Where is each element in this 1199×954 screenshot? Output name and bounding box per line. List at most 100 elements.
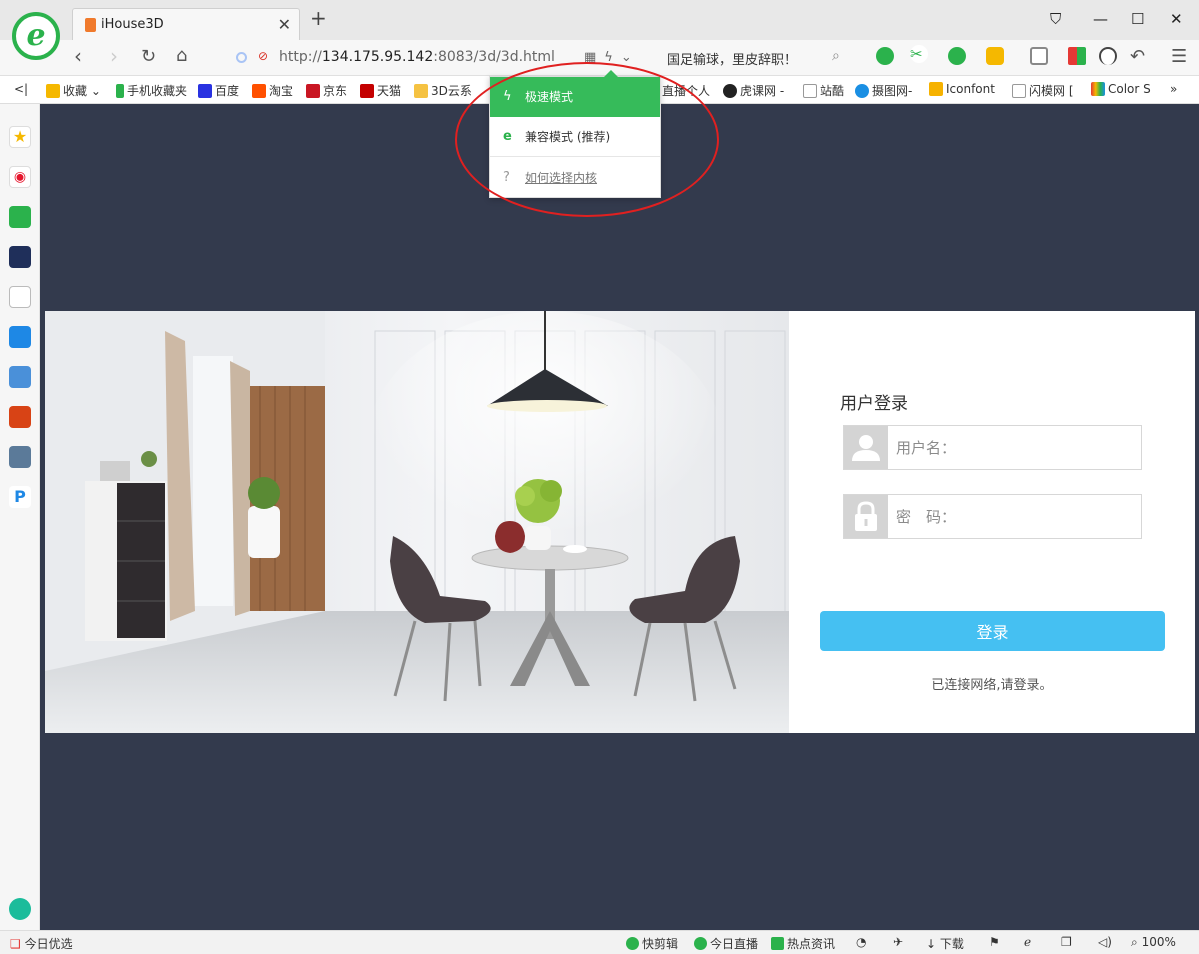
- bookmark-shanmo[interactable]: 闪模网 [: [1012, 82, 1074, 99]
- username-input[interactable]: [896, 426, 1136, 469]
- skin-icon[interactable]: ⛉: [1050, 10, 1061, 28]
- volume-icon[interactable]: ◁): [1098, 935, 1112, 949]
- game-icon[interactable]: [1030, 47, 1048, 65]
- bookmark-zcool[interactable]: 站酷: [803, 82, 844, 99]
- web-page: 用户登录 登录 已连接网络,请登录。: [40, 104, 1199, 930]
- bookmark-iconfont[interactable]: Iconfont: [929, 82, 995, 96]
- address-field[interactable]: http://134.175.95.142:8083/3d/3d.html: [279, 49, 555, 65]
- username-field: [843, 425, 1142, 470]
- password-field: [843, 494, 1142, 539]
- iconfont-icon: [929, 82, 943, 96]
- download[interactable]: ↓ 下载: [926, 935, 964, 952]
- browser-tab[interactable]: iHouse3D ✕: [72, 8, 300, 40]
- back-icon[interactable]: ‹: [74, 46, 82, 66]
- page-icon: [803, 84, 817, 98]
- interior-photo: [45, 311, 789, 733]
- minimize-button[interactable]: —: [1093, 10, 1108, 28]
- p-app-icon[interactable]: P: [9, 486, 31, 508]
- color-icon: [1091, 82, 1105, 96]
- tab-close-icon[interactable]: ✕: [278, 15, 291, 34]
- star-icon: [46, 84, 60, 98]
- quick-clip[interactable]: 快剪辑: [626, 935, 678, 952]
- site-info-icon[interactable]: [236, 52, 247, 63]
- close-window-button[interactable]: ✕: [1170, 10, 1183, 28]
- speed-icon[interactable]: ◔: [856, 935, 866, 949]
- phone-icon: [116, 84, 124, 98]
- compat-mode-option[interactable]: e 兼容模式 (推荐): [490, 117, 660, 157]
- connection-status: 已连接网络,请登录。: [931, 678, 1053, 693]
- daily-picks[interactable]: ❑ 今日优选: [10, 935, 73, 952]
- game-app-3-icon[interactable]: [9, 446, 31, 468]
- undo-icon[interactable]: ↶: [1130, 48, 1145, 66]
- menu-icon[interactable]: ☰: [1171, 48, 1187, 66]
- 699pic-icon: [855, 84, 869, 98]
- login-title: 用户登录: [840, 394, 908, 414]
- bookmarks-collapse-icon[interactable]: <|: [14, 82, 28, 96]
- login-button[interactable]: 登录: [820, 611, 1165, 651]
- kernel-mode-dropdown: ϟ 极速模式 e 兼容模式 (推荐) ? 如何选择内核: [489, 70, 661, 198]
- reload-icon[interactable]: ↻: [141, 48, 156, 66]
- new-tab-button[interactable]: +: [310, 8, 327, 28]
- coupon-icon[interactable]: [986, 47, 1004, 65]
- bookmark-3d-cloud[interactable]: 3D云系: [414, 82, 472, 99]
- bookmarks-more-icon[interactable]: »: [1170, 82, 1177, 96]
- hot-news[interactable]: 热点资讯: [771, 935, 835, 952]
- folder-icon: [414, 84, 428, 98]
- bookmark-live[interactable]: 直播个人: [662, 82, 710, 99]
- window-icon[interactable]: ❐: [1061, 935, 1072, 949]
- fast-mode-label: 极速模式: [525, 90, 574, 104]
- news-ticker[interactable]: 国足输球，里皮辞职！: [667, 49, 797, 68]
- mail-icon[interactable]: [9, 206, 31, 228]
- left-sidebar: ★ ◉ P: [0, 104, 40, 930]
- bookmark-baidu[interactable]: 百度: [198, 82, 239, 99]
- apps-icon[interactable]: [1068, 47, 1086, 65]
- translate-icon[interactable]: [948, 47, 966, 65]
- zoom-icon: ⌕: [1131, 935, 1138, 949]
- maximize-button[interactable]: ☐: [1131, 10, 1144, 28]
- url-host: 134.175.95.142: [321, 49, 434, 65]
- bookmark-color[interactable]: Color S: [1091, 82, 1151, 96]
- game-app-2-icon[interactable]: [9, 406, 31, 428]
- gift-icon: ❑: [10, 937, 21, 951]
- kernel-mode-icons[interactable]: ▦ϟ⌄: [584, 50, 640, 65]
- extension-icon[interactable]: [876, 47, 894, 65]
- word-doc-icon[interactable]: [9, 286, 31, 308]
- flag-icon[interactable]: ⚑: [989, 935, 1000, 949]
- bookmark-mobile[interactable]: 手机收藏夹: [116, 82, 187, 99]
- url-path: :8083/3d/3d.html: [433, 49, 555, 65]
- browser-logo-icon[interactable]: e: [12, 12, 60, 60]
- chat-icon[interactable]: [9, 326, 31, 348]
- question-icon: ?: [503, 170, 510, 185]
- home-icon[interactable]: ⌂: [176, 47, 187, 65]
- bookmark-huke[interactable]: 虎课网 -: [723, 82, 784, 99]
- zoom-control[interactable]: ⌕ 100%: [1131, 935, 1176, 950]
- forward-icon[interactable]: ›: [110, 46, 118, 66]
- bookmark-taobao[interactable]: 淘宝: [252, 82, 293, 99]
- search-icon[interactable]: ⌕: [832, 48, 840, 64]
- kernel-help-label: 如何选择内核: [525, 171, 598, 185]
- bookmark-jd[interactable]: 京东: [306, 82, 347, 99]
- login-panel: 用户登录 登录 已连接网络,请登录。: [789, 311, 1195, 733]
- game-box-icon[interactable]: [9, 246, 31, 268]
- pin-icon[interactable]: ✈: [893, 935, 903, 949]
- fast-mode-option[interactable]: ϟ 极速模式: [490, 77, 660, 117]
- weibo-icon[interactable]: ◉: [9, 166, 31, 188]
- headphones-icon[interactable]: [1099, 47, 1117, 65]
- tab-title: iHouse3D: [101, 17, 164, 32]
- favorites-star-icon[interactable]: ★: [9, 126, 31, 148]
- bookmark-tmall[interactable]: 天猫: [360, 82, 401, 99]
- play-icon: [626, 937, 639, 950]
- kernel-help-link[interactable]: ? 如何选择内核: [490, 158, 660, 198]
- today-live[interactable]: 今日直播: [694, 935, 758, 952]
- lightning-icon: ϟ: [503, 89, 512, 104]
- password-input[interactable]: [896, 495, 1136, 538]
- scissors-icon[interactable]: ✂: [910, 45, 928, 63]
- browser-e-icon[interactable]: ℯ: [1024, 935, 1031, 949]
- download-icon: ↓: [926, 937, 937, 951]
- game-app-1-icon[interactable]: [9, 366, 31, 388]
- bookmark-favorites[interactable]: 收藏 ⌄: [46, 82, 101, 99]
- bookmark-699pic[interactable]: 摄图网-: [855, 82, 912, 99]
- add-app-icon[interactable]: [9, 898, 31, 920]
- insecure-icon[interactable]: ⊘: [258, 49, 268, 63]
- baidu-icon: [198, 84, 212, 98]
